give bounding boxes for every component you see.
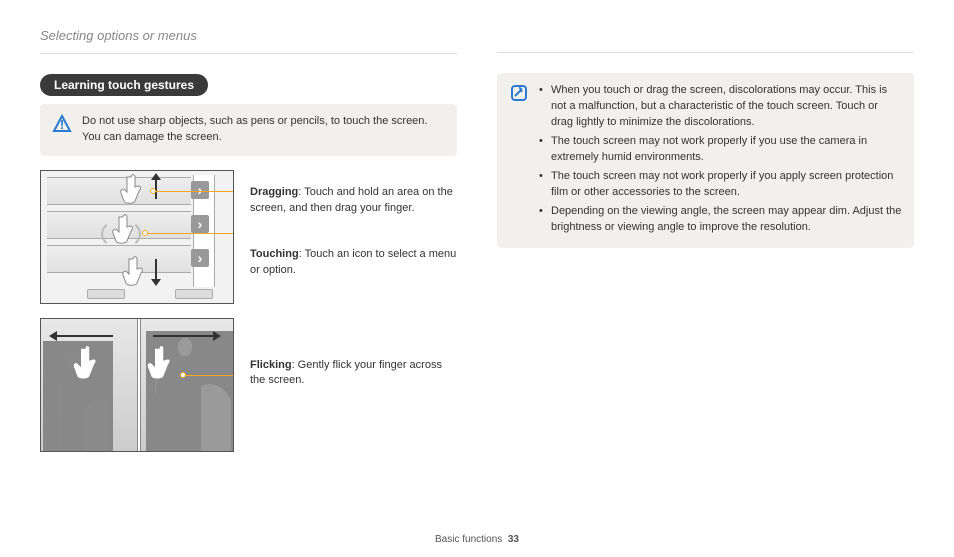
flicking-label: Flicking [250, 359, 292, 371]
note-icon [509, 83, 529, 103]
breadcrumb: Selecting options or menus [40, 28, 457, 43]
note-item: When you touch or drag the screen, disco… [539, 83, 902, 131]
note-item: Depending on the viewing angle, the scre… [539, 204, 902, 236]
footer-section: Basic functions [435, 534, 502, 545]
figure-silhouette [146, 331, 234, 451]
divider [40, 53, 457, 54]
warning-text: Do not use sharp objects, such as pens o… [82, 114, 445, 146]
warning-callout: ! Do not use sharp objects, such as pens… [40, 104, 457, 156]
illustration-menu: › › › [40, 170, 234, 304]
touching-label: Touching [250, 248, 299, 260]
page-footer: Basic functions 33 [0, 534, 954, 545]
gesture-touching: Touching: Touch an icon to select a menu… [250, 247, 457, 278]
gesture-dragging-touching: › › › [40, 170, 457, 304]
dragging-label: Dragging [250, 186, 298, 198]
gesture-flicking-row: Flicking: Gently flick your finger acros… [40, 318, 457, 452]
gesture-flicking: Flicking: Gently flick your finger acros… [250, 358, 457, 389]
figure-silhouette [43, 341, 113, 451]
divider [497, 52, 914, 53]
note-list: When you touch or drag the screen, disco… [539, 83, 902, 238]
note-item: The touch screen may not work properly i… [539, 134, 902, 166]
gesture-dragging: Dragging: Touch and hold an area on the … [250, 185, 457, 216]
note-item: The touch screen may not work properly i… [539, 169, 902, 201]
note-callout: When you touch or drag the screen, disco… [497, 73, 914, 248]
svg-text:!: ! [60, 117, 64, 132]
warning-icon: ! [52, 114, 72, 134]
section-pill: Learning touch gestures [40, 74, 208, 96]
footer-page: 33 [508, 534, 519, 545]
illustration-flick [40, 318, 234, 452]
